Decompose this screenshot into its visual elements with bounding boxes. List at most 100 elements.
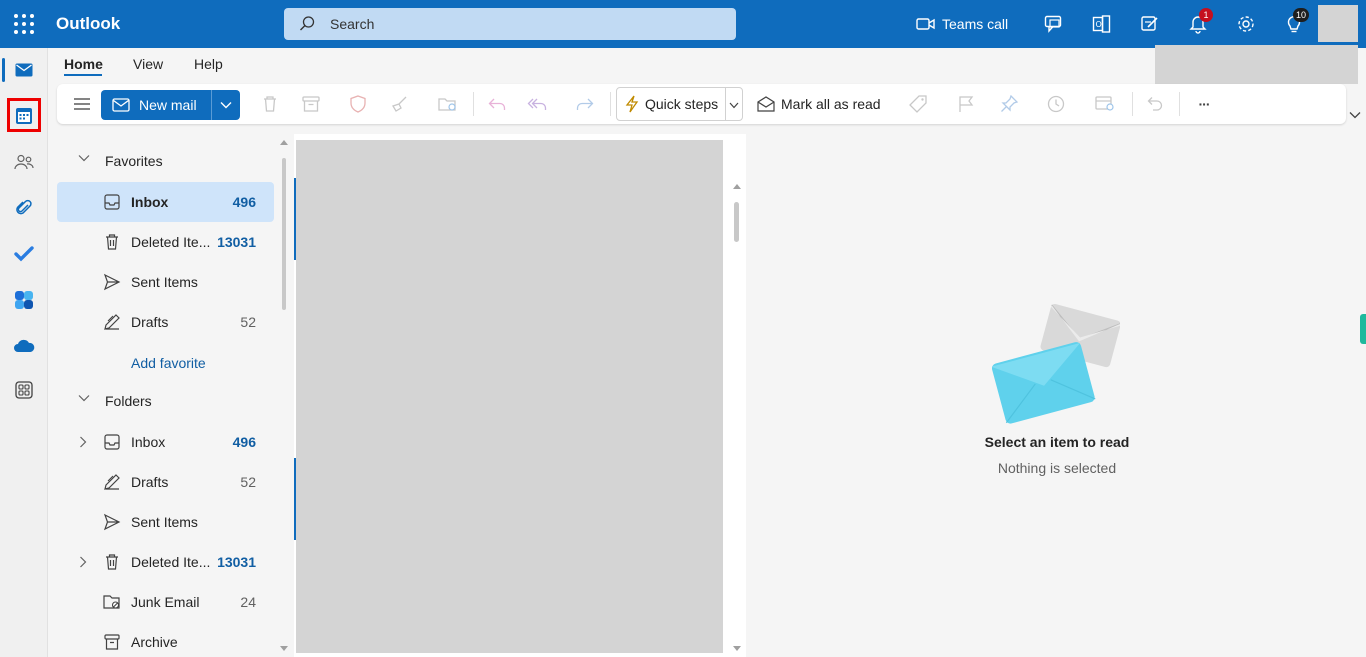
redacted-region: [1155, 45, 1358, 84]
avatar[interactable]: [1318, 5, 1358, 42]
notifications-bell-icon[interactable]: 1: [1186, 8, 1213, 36]
archive-icon: [104, 634, 120, 650]
rules-button[interactable]: [1085, 92, 1125, 116]
inbox-icon: [104, 434, 120, 450]
tab-view[interactable]: View: [133, 56, 163, 72]
clock-icon: [1047, 95, 1065, 113]
chat-feedback-icon[interactable]: [1042, 12, 1066, 36]
folder-archive[interactable]: Archive: [57, 622, 274, 657]
app-launcher-icon[interactable]: [14, 14, 34, 34]
folder-junk-email[interactable]: Junk Email 24: [57, 582, 274, 622]
favorite-drafts[interactable]: Drafts 52: [57, 302, 274, 342]
folder-label: Inbox: [131, 194, 169, 210]
folder-scrollbar[interactable]: [282, 158, 286, 310]
rail-todo[interactable]: [0, 232, 48, 276]
search-icon: [300, 16, 315, 31]
shield-icon: [350, 95, 366, 113]
mark-all-read-button[interactable]: Mark all as read: [757, 92, 881, 116]
favorite-deleted-items[interactable]: Deleted Ite... 13031: [57, 222, 274, 262]
folder-inbox[interactable]: Inbox 496: [57, 422, 274, 462]
onedrive-cloud-icon: [14, 339, 35, 352]
add-favorite-link[interactable]: Add favorite: [131, 355, 206, 371]
tab-help[interactable]: Help: [194, 56, 223, 72]
snooze-button[interactable]: [1037, 92, 1075, 116]
new-mail-button[interactable]: New mail: [101, 90, 240, 120]
inbox-icon: [104, 194, 120, 210]
my-day-icon[interactable]: [1138, 12, 1162, 36]
tag-icon: [909, 95, 927, 113]
scroll-up-arrow[interactable]: [280, 140, 288, 145]
unread-count: 13031: [217, 234, 256, 250]
split-divider: [725, 88, 726, 120]
scroll-down-arrow[interactable]: [733, 646, 741, 651]
envelopes-illustration: [992, 303, 1120, 424]
office-icon[interactable]: O: [1090, 12, 1114, 36]
message-list[interactable]: [294, 134, 746, 657]
pin-button[interactable]: [997, 92, 1021, 116]
reply-button[interactable]: [485, 92, 509, 116]
scroll-up-arrow[interactable]: [733, 184, 741, 189]
rail-files[interactable]: [0, 186, 48, 230]
collapse-pane-button[interactable]: [71, 92, 93, 116]
split-divider: [211, 90, 212, 120]
flag-button[interactable]: [947, 92, 985, 116]
chevron-right-icon[interactable]: [79, 556, 87, 568]
reply-all-icon: [527, 98, 547, 110]
rail-people[interactable]: [0, 140, 48, 184]
favorites-section-header[interactable]: Favorites: [48, 141, 278, 181]
folder-deleted-items[interactable]: Deleted Ite... 13031: [57, 542, 274, 582]
undo-icon: [1147, 97, 1163, 111]
separator: [473, 92, 474, 116]
delete-button[interactable]: [253, 92, 287, 116]
folder-label: Archive: [131, 634, 178, 650]
folder-sent-items[interactable]: Sent Items: [57, 502, 274, 542]
app-rail: [0, 48, 48, 657]
rail-onedrive[interactable]: [0, 324, 48, 368]
folder-label: Deleted Ite...: [131, 234, 211, 250]
rail-apps-hub[interactable]: [0, 278, 48, 322]
chevron-right-icon[interactable]: [79, 436, 87, 448]
folders-section-header[interactable]: Folders: [48, 381, 278, 421]
rail-more-apps[interactable]: [0, 368, 48, 412]
teams-call-button[interactable]: Teams call: [916, 12, 1008, 36]
search-box[interactable]: Search: [284, 8, 736, 40]
rail-mail[interactable]: [0, 48, 48, 92]
flag-icon: [959, 96, 974, 112]
calendar-highlight-box: [7, 98, 41, 132]
junk-icon: [103, 595, 120, 609]
report-button[interactable]: [341, 92, 375, 116]
unread-count: 496: [232, 434, 256, 450]
separator: [1179, 92, 1180, 116]
tab-home[interactable]: Home: [64, 56, 103, 72]
chevron-down-icon[interactable]: [220, 101, 232, 109]
more-options-button[interactable]: ···: [1191, 92, 1217, 116]
side-panel-tab[interactable]: [1360, 314, 1366, 344]
chevron-down-icon[interactable]: [729, 102, 739, 109]
unread-count: 496: [232, 194, 256, 210]
settings-gear-icon[interactable]: [1234, 12, 1258, 36]
message-list-scrollbar[interactable]: [734, 202, 739, 242]
app-name[interactable]: Outlook: [56, 14, 120, 34]
quick-steps-button[interactable]: Quick steps: [616, 87, 743, 121]
sweep-button[interactable]: [387, 92, 411, 116]
ribbon-expand-chevron-icon[interactable]: [1348, 108, 1362, 122]
reply-all-button[interactable]: [525, 92, 549, 116]
todo-check-icon: [14, 246, 34, 262]
scroll-down-arrow[interactable]: [280, 646, 288, 651]
separator: [610, 92, 611, 116]
forward-button[interactable]: [565, 92, 605, 116]
undo-button[interactable]: [1143, 92, 1167, 116]
broom-icon: [392, 96, 407, 112]
search-input[interactable]: Search: [330, 16, 374, 32]
folder-move-icon: [438, 98, 456, 111]
favorite-sent-items[interactable]: Sent Items: [57, 262, 274, 302]
archive-button[interactable]: [299, 92, 323, 116]
tips-lightbulb-icon[interactable]: 10: [1282, 8, 1310, 36]
folder-label: Drafts: [131, 314, 169, 330]
move-to-button[interactable]: [429, 92, 467, 116]
folder-drafts[interactable]: Drafts 52: [57, 462, 274, 502]
categorize-button[interactable]: [899, 92, 937, 116]
pin-icon: [1001, 95, 1018, 112]
favorite-inbox[interactable]: Inbox 496: [57, 182, 274, 222]
mail-icon: [15, 63, 33, 77]
